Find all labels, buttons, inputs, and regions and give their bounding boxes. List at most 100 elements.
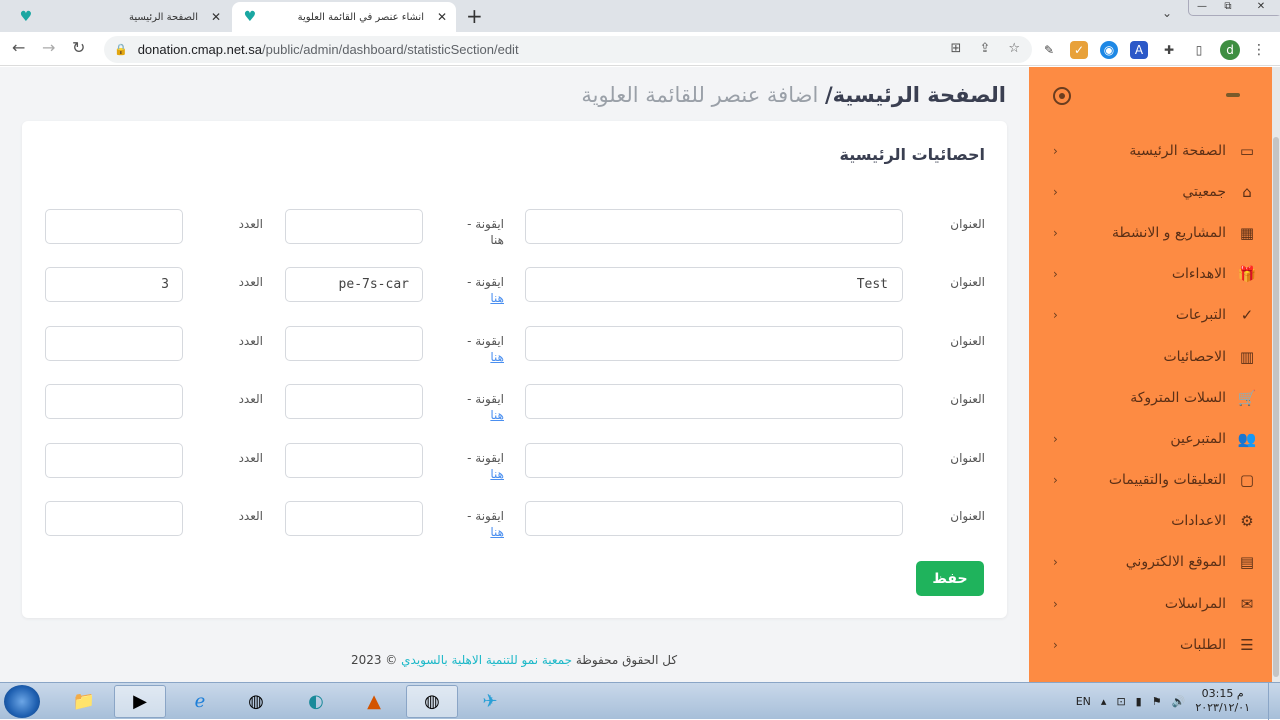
url-input[interactable]: 🔒 donation.cmap.net.sa/public/admin/dash… [104, 36, 1032, 63]
sidebar-item[interactable]: ▦ المشاريع و الانشطة ‹ [1029, 212, 1272, 253]
breadcrumb-home[interactable]: الصفحة الرئيسية/ [825, 83, 1006, 107]
sidebar-item-label: الاحصائيات [1163, 348, 1226, 365]
icon-input[interactable] [285, 384, 423, 419]
chrome-icon[interactable]: ◍ [230, 685, 282, 718]
icon-reference-link[interactable]: هنا [467, 407, 504, 423]
sidebar-item[interactable]: ✉ المراسلات ‹ [1029, 583, 1272, 624]
extension-globe-icon[interactable]: ◉ [1100, 41, 1118, 59]
flag-icon[interactable]: ⚑ [1152, 695, 1162, 708]
device-icon[interactable]: ⊡ [1116, 695, 1125, 708]
title-label: العنوان [950, 392, 985, 406]
sidebar-item[interactable]: ⌂ جمعيتي ‹ [1029, 171, 1272, 212]
language-indicator[interactable]: EN [1076, 695, 1091, 708]
tab-search-chevron-icon[interactable]: ⌄ [1162, 6, 1172, 20]
media-player-icon[interactable]: ▶ [114, 685, 166, 718]
bookmark-star-icon[interactable]: ☆ [1008, 41, 1020, 56]
statistic-row: العنوان Test ايقونة - هنا pe-7s-car العدد 3 [22, 267, 1007, 306]
close-tab-icon[interactable]: ✕ [208, 10, 224, 24]
side-panel-icon[interactable]: ▯ [1190, 41, 1208, 59]
icon-reference-link[interactable]: هنا [467, 524, 504, 540]
title-input[interactable] [525, 326, 903, 361]
icon-reference-link[interactable]: هنا [467, 349, 504, 365]
signal-icon[interactable]: ▮ [1136, 695, 1142, 708]
internet-explorer-icon[interactable]: ℯ [174, 685, 226, 718]
title-input[interactable] [525, 209, 903, 244]
icon-input[interactable] [285, 326, 423, 361]
edge-canary-icon[interactable]: ◐ [290, 685, 342, 718]
icon-reference-link[interactable]: هنا [467, 232, 504, 248]
statistics-form-card: احصائيات الرئيسية العنوان ايقونة - هنا العد… [22, 121, 1007, 618]
statistic-row: العنوان ايقونة - هنا العدد [22, 443, 1007, 482]
sidebar-item[interactable]: ⚙ الاعدادات [1029, 501, 1272, 542]
extension-dropper-icon[interactable]: ✎ [1040, 41, 1058, 59]
statistic-row: العنوان ايقونة - هنا العدد [22, 384, 1007, 423]
count-input[interactable]: 3 [45, 267, 183, 302]
sidebar-item[interactable]: 🎁 الاهداءات ‹ [1029, 254, 1272, 295]
reload-icon[interactable]: ↻ [72, 38, 85, 57]
clock[interactable]: 03:15 م ٢٠٢٣/١٢/٠١ [1195, 687, 1250, 715]
title-label: العنوان [950, 217, 985, 231]
title-input[interactable] [525, 384, 903, 419]
sidebar-item[interactable]: ✓ التبرعات ‹ [1029, 295, 1272, 336]
volume-icon[interactable]: 🔊 [1172, 695, 1186, 708]
back-arrow-icon[interactable]: ← [12, 38, 25, 57]
sidebar-item[interactable]: ▭ الصفحة الرئيسية ‹ [1029, 130, 1272, 171]
extension-tasks-icon[interactable]: ✓ [1070, 41, 1088, 59]
count-input[interactable] [45, 443, 183, 478]
share-icon[interactable]: ⇪ [979, 41, 990, 56]
window-icon: ▤ [1239, 553, 1255, 572]
browser-menu-icon[interactable]: ⋮ [1252, 42, 1266, 58]
title-input[interactable] [525, 443, 903, 478]
save-button[interactable]: حفظ [916, 561, 984, 596]
icon-input[interactable] [285, 209, 423, 244]
sidebar-toggle-icon[interactable] [1053, 87, 1071, 105]
sidebar-item[interactable]: ▤ الموقع الالكتروني ‹ [1029, 542, 1272, 583]
sidebar-item[interactable]: 🛒 السلات المتروكة [1029, 377, 1272, 418]
close-tab-icon[interactable]: ✕ [434, 10, 450, 24]
sidebar-item[interactable]: ▥ الاحصائيات [1029, 336, 1272, 377]
tab-title: الصفحة الرئيسية [129, 11, 198, 23]
footer-org-link[interactable]: جمعية نمو للتنمية الاهلية بالسويدي [401, 653, 572, 667]
extension-a-icon[interactable]: A [1130, 41, 1148, 59]
count-input[interactable] [45, 501, 183, 536]
new-tab-button[interactable]: + [466, 4, 483, 28]
title-input[interactable] [525, 501, 903, 536]
show-desktop-button[interactable] [1268, 683, 1280, 720]
sidebar-item-label: الموقع الالكتروني [1125, 554, 1226, 571]
sidebar-item[interactable]: ▢ التعليقات والتقييمات ‹ [1029, 460, 1272, 501]
count-input[interactable] [45, 384, 183, 419]
tab-create-menu-item[interactable]: ♥ انشاء عنصر في القائمة العلوية ✕ [232, 2, 456, 32]
sidebar-item[interactable]: ☰ الطلبات ‹ [1029, 624, 1272, 665]
users-icon: 👥 [1237, 429, 1257, 448]
icon-reference-link[interactable]: هنا [467, 290, 504, 306]
sidebar-item[interactable]: 👥 المتبرعين ‹ [1029, 418, 1272, 459]
forward-arrow-icon[interactable]: → [42, 38, 55, 57]
icon-reference-link[interactable]: هنا [467, 466, 504, 482]
sidebar-item-label: جمعيتي [1182, 183, 1226, 200]
cart-x-icon: 🛒 [1237, 388, 1257, 407]
explorer-icon[interactable]: 📁 [58, 685, 110, 718]
icon-input[interactable] [285, 501, 423, 536]
tray-expand-icon[interactable]: ▴ [1101, 695, 1107, 708]
title-input[interactable]: Test [525, 267, 903, 302]
profile-avatar[interactable]: d [1220, 40, 1240, 60]
icon-input[interactable]: pe-7s-car [285, 267, 423, 302]
count-input[interactable] [45, 209, 183, 244]
minimize-button[interactable]: — [1189, 0, 1215, 15]
sidebar-item-label: السلات المتروكة [1130, 389, 1226, 406]
count-label: العدد [238, 509, 263, 523]
chrome-profile-icon[interactable]: ◍ [406, 685, 458, 718]
matlab-icon[interactable]: ▲ [348, 685, 400, 718]
count-input[interactable] [45, 326, 183, 361]
icon-input[interactable] [285, 443, 423, 478]
extensions-puzzle-icon[interactable]: ✚ [1160, 41, 1178, 59]
tab-title: انشاء عنصر في القائمة العلوية [297, 11, 424, 23]
page-scrollbar[interactable] [1272, 67, 1280, 682]
restore-button[interactable]: ⧉ [1215, 0, 1241, 15]
translate-icon[interactable]: ⊞ [951, 41, 962, 56]
telegram-icon[interactable]: ✈ [464, 685, 516, 718]
count-label: العدد [238, 217, 263, 231]
start-button[interactable] [4, 685, 40, 718]
close-window-button[interactable]: ✕ [1241, 0, 1280, 15]
tab-home[interactable]: ♥ الصفحة الرئيسية ✕ [8, 2, 230, 32]
